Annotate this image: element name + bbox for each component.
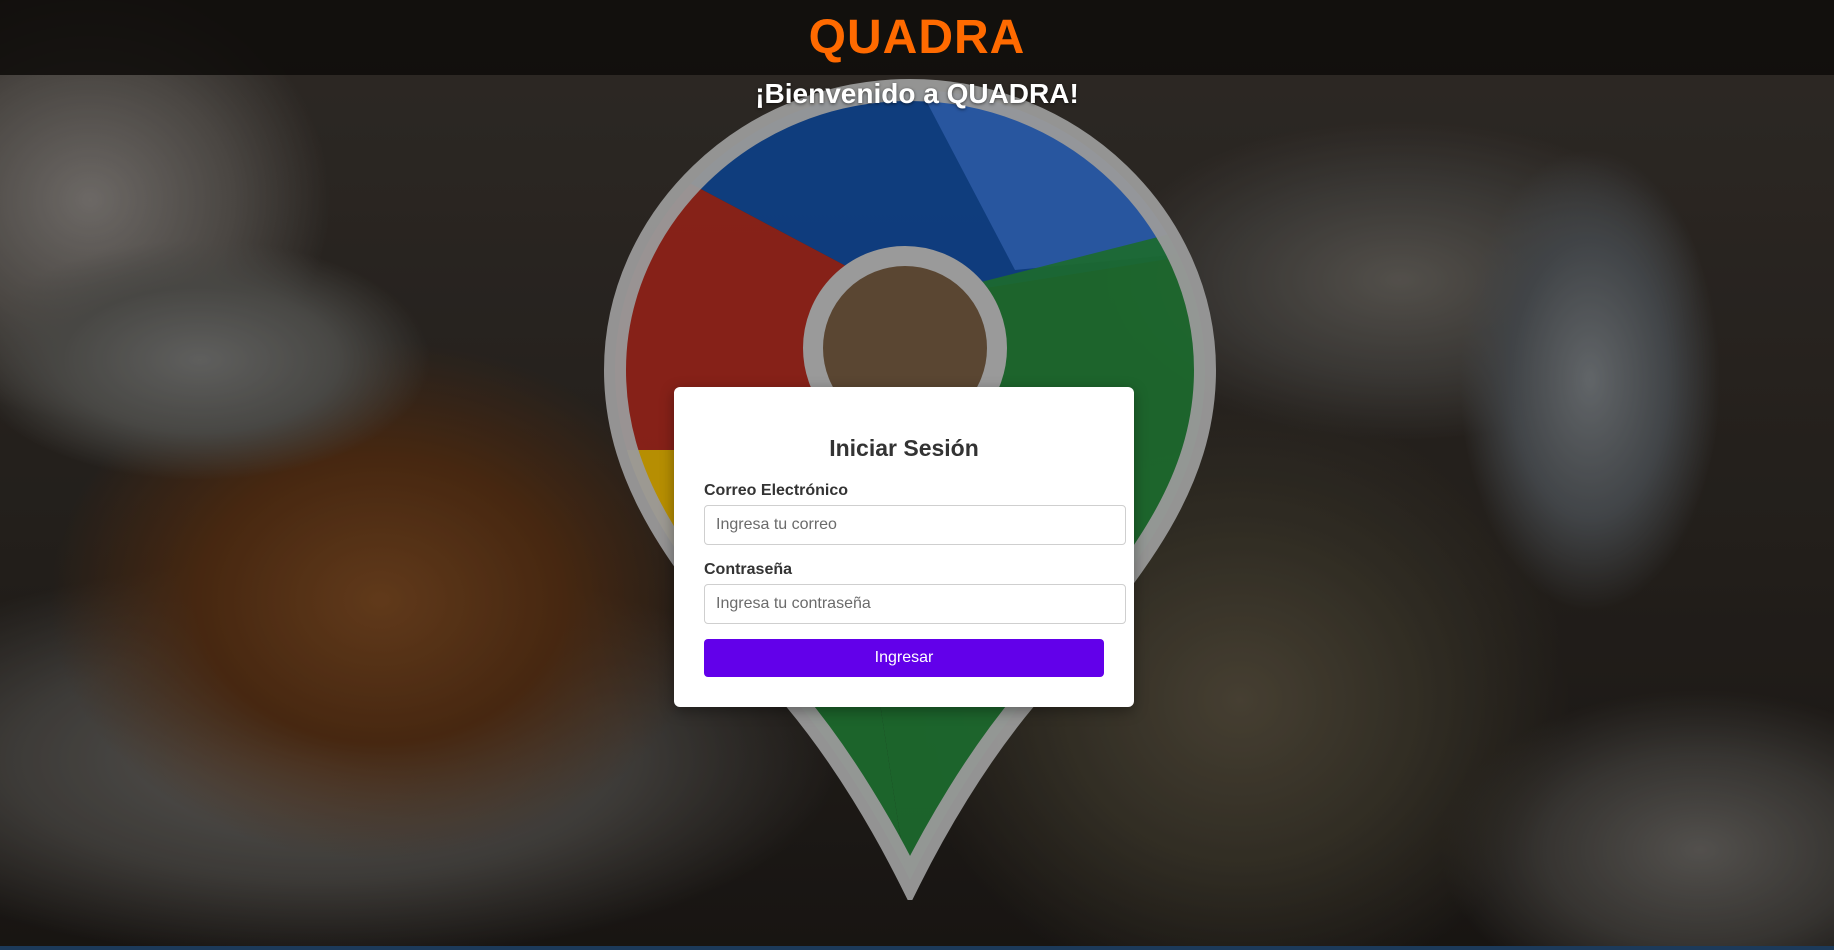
password-label: Contraseña	[704, 561, 793, 578]
email-input[interactable]	[704, 505, 1126, 545]
brand-logo-text: QUADRA	[808, 11, 1026, 64]
top-bar: QUADRA	[0, 0, 1834, 75]
login-title: Iniciar Sesión	[829, 435, 979, 461]
email-label: Correo Electrónico	[704, 482, 849, 499]
login-card: Iniciar Sesión Correo Electrónico Contra…	[674, 387, 1134, 707]
login-button[interactable]: Ingresar	[704, 639, 1104, 677]
login-page: QUADRA ¡Bienvenido a QUADRA! Iniciar Ses…	[0, 0, 1834, 950]
welcome-heading: ¡Bienvenido a QUADRA!	[755, 78, 1079, 109]
password-input[interactable]	[704, 584, 1126, 624]
bottom-edge	[0, 946, 1834, 950]
